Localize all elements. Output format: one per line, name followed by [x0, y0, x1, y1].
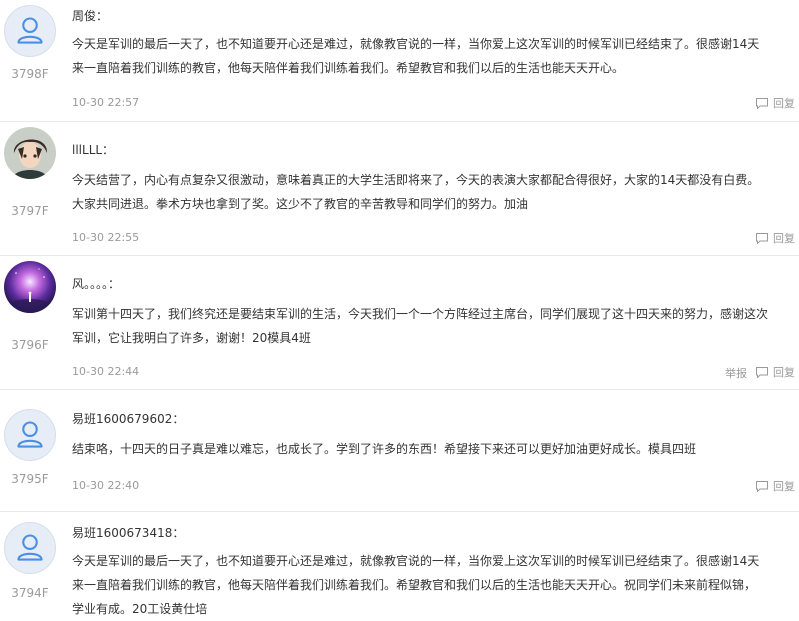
- default-avatar[interactable]: [4, 409, 56, 461]
- reply-button[interactable]: 回复: [756, 478, 795, 494]
- comment-line: 今天是军训的最后一天了，也不知道要开心还是难过，就像教官说的一样，当你爱上这次军…: [72, 554, 760, 568]
- floor-number: 3798F: [11, 67, 49, 81]
- comment-line: 结束咯，十四天的日子真是难以难忘，也成长了。学到了许多的东西！希望接下来还可以更…: [72, 442, 697, 456]
- speech-bubble-icon: [756, 97, 768, 109]
- comment-item: 3796F 风。。。。： 军训第十四天了，我们终究还是要结束军训的生活，今天我们…: [0, 256, 799, 390]
- user-avatar[interactable]: [4, 261, 56, 313]
- speech-bubble-icon: [756, 366, 768, 378]
- comment-time: 10-30 22:40: [72, 479, 140, 492]
- reply-button[interactable]: 回复: [756, 95, 795, 111]
- comment-line: 今天是军训的最后一天了，也不知道要开心还是难过，就像教官说的一样，当你爱上这次军…: [72, 37, 760, 51]
- comment-line: 来一直陪着我们训练的教官，他每天陪伴着我们训练着我们。希望教官和我们以后的生活也…: [72, 61, 625, 75]
- floor-number: 3797F: [11, 204, 49, 218]
- user-silhouette-icon: [17, 534, 43, 561]
- reply-label: 回复: [773, 232, 795, 245]
- reply-label: 回复: [773, 97, 795, 110]
- comment-username[interactable]: 周俊：: [72, 7, 108, 24]
- comment-line: 学业有成。20工设黄仕培: [72, 602, 208, 616]
- reply-label: 回复: [773, 480, 795, 493]
- anime-character-avatar-icon: [4, 127, 56, 179]
- speech-bubble-icon: [756, 480, 768, 492]
- comment-username[interactable]: 易班1600679602：: [72, 410, 184, 427]
- comment-content: 今天结营了，内心有点复杂又很激动，意味着真正的大学生活即将来了，今天的表演大家都…: [72, 168, 794, 216]
- user-silhouette-icon: [17, 17, 43, 44]
- reply-label: 回复: [773, 366, 795, 379]
- comment-username[interactable]: lllLLL：: [72, 141, 114, 158]
- comment-line: 大家共同进退。拳术方块也拿到了奖。这少不了教官的辛苦教导和同学们的努力。加油: [72, 197, 529, 211]
- user-silhouette-icon: [17, 421, 43, 448]
- comment-item: 3797F lllLLL： 今天结营了，内心有点复杂又很激动，意味着真正的大学生…: [0, 122, 799, 256]
- comment-item: 3798F 周俊： 今天是军训的最后一天了，也不知道要开心还是难过，就像教官说的…: [0, 0, 799, 122]
- comment-content: 今天是军训的最后一天了，也不知道要开心还是难过，就像教官说的一样，当你爱上这次军…: [72, 549, 794, 621]
- comment-content: 结束咯，十四天的日子真是难以难忘，也成长了。学到了许多的东西！希望接下来还可以更…: [72, 437, 794, 461]
- user-avatar[interactable]: [4, 127, 56, 179]
- comment-username[interactable]: 易班1600673418：: [72, 524, 184, 541]
- default-avatar[interactable]: [4, 522, 56, 574]
- report-button[interactable]: 举报: [725, 365, 747, 381]
- comment-line: 来一直陪着我们训练的教官，他每天陪伴着我们训练着我们。希望教官和我们以后的生活也…: [72, 578, 757, 592]
- speech-bubble-icon: [756, 232, 768, 244]
- floor-number: 3794F: [11, 586, 49, 600]
- floor-number: 3795F: [11, 472, 49, 486]
- default-avatar[interactable]: [4, 5, 56, 57]
- reply-button[interactable]: 回复: [756, 364, 795, 380]
- galaxy-avatar-icon: [4, 261, 56, 313]
- comment-time: 10-30 22:44: [72, 365, 140, 378]
- comment-item: 3795F 易班1600679602： 结束咯，十四天的日子真是难以难忘，也成长…: [0, 390, 799, 512]
- comment-time: 10-30 22:57: [72, 96, 140, 109]
- comment-username[interactable]: 风。。。。：: [72, 275, 120, 292]
- floor-number: 3796F: [11, 338, 49, 352]
- comment-content: 今天是军训的最后一天了，也不知道要开心还是难过，就像教官说的一样，当你爱上这次军…: [72, 32, 794, 80]
- comment-item: 3794F 易班1600673418： 今天是军训的最后一天了，也不知道要开心还…: [0, 512, 799, 616]
- comment-list: 3798F 周俊： 今天是军训的最后一天了，也不知道要开心还是难过，就像教官说的…: [0, 0, 799, 616]
- comment-line: 今天结营了，内心有点复杂又很激动，意味着真正的大学生活即将来了，今天的表演大家都…: [72, 173, 760, 187]
- comment-content: 军训第十四天了，我们终究还是要结束军训的生活，今天我们一个一个方阵经过主席台，同…: [72, 302, 794, 350]
- comment-time: 10-30 22:55: [72, 231, 140, 244]
- comment-line: 军训第十四天了，我们终究还是要结束军训的生活，今天我们一个一个方阵经过主席台，同…: [72, 307, 769, 321]
- comment-line: 军训，它让我明白了许多，谢谢！20模具4班: [72, 331, 311, 345]
- reply-button[interactable]: 回复: [756, 230, 795, 246]
